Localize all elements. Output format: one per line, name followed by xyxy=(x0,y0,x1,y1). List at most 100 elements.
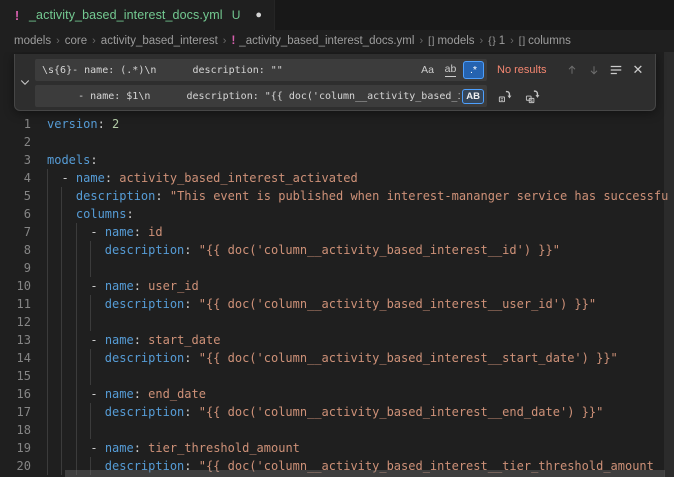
indent-guide xyxy=(90,421,91,439)
code-text xyxy=(31,367,47,385)
code-line[interactable]: 13 - name: start_date xyxy=(0,331,674,349)
code-text: - name: end_date xyxy=(31,385,206,403)
code-text: description: "{{ doc('column__activity_b… xyxy=(31,349,618,367)
code-line[interactable]: 2 xyxy=(0,133,674,151)
symbol-object-icon: { } xyxy=(488,36,494,47)
indent-guide xyxy=(61,367,62,385)
code-line[interactable]: 14 description: "{{ doc('column__activit… xyxy=(0,349,674,367)
breadcrumb-item[interactable]: [ ] columns xyxy=(519,35,571,47)
breadcrumb-item[interactable]: { }1 xyxy=(488,35,505,47)
line-number[interactable]: 3 xyxy=(0,151,31,169)
line-number[interactable]: 9 xyxy=(0,259,31,277)
symbol-array-icon: [ ] xyxy=(428,36,433,47)
indent-guide xyxy=(76,313,77,331)
vscode-window: ! _activity_based_interest_docs.yml U ● … xyxy=(0,0,674,477)
indent-guide xyxy=(47,367,48,385)
breadcrumb-separator: › xyxy=(480,35,484,47)
code-line[interactable]: 15 xyxy=(0,367,674,385)
breadcrumb-item[interactable]: !_activity_based_interest_docs.yml xyxy=(231,35,414,47)
code-line[interactable]: 12 xyxy=(0,313,674,331)
next-match-icon[interactable] xyxy=(583,60,605,80)
match-case-icon[interactable]: Aa xyxy=(417,61,438,79)
line-number[interactable]: 2 xyxy=(0,133,31,151)
code-line[interactable]: 1version: 2 xyxy=(0,115,674,133)
line-number[interactable]: 7 xyxy=(0,223,31,241)
find-replace-widget: \s{6}- name: (.*)\n description: "" Aa a… xyxy=(14,54,656,111)
code-text: description: "{{ doc('column__activity_b… xyxy=(31,403,603,421)
tab-dirty-indicator[interactable]: ● xyxy=(255,9,262,21)
tab-bar: ! _activity_based_interest_docs.yml U ● xyxy=(0,0,674,30)
line-number[interactable]: 8 xyxy=(0,241,31,259)
line-number[interactable]: 11 xyxy=(0,295,31,313)
line-number[interactable]: 16 xyxy=(0,385,31,403)
breadcrumb-label: columns xyxy=(528,35,571,47)
line-number[interactable]: 12 xyxy=(0,313,31,331)
line-number[interactable]: 6 xyxy=(0,205,31,223)
vertical-scrollbar[interactable] xyxy=(664,52,674,477)
regex-icon[interactable]: .* xyxy=(463,61,484,79)
line-number[interactable]: 10 xyxy=(0,277,31,295)
line-number[interactable]: 18 xyxy=(0,421,31,439)
breadcrumb-label: models xyxy=(437,35,474,47)
line-number[interactable]: 14 xyxy=(0,349,31,367)
line-number[interactable]: 20 xyxy=(0,457,31,475)
indent-guide xyxy=(76,259,77,277)
code-line[interactable]: 5 description: "This event is published … xyxy=(0,187,674,205)
code-area[interactable]: 1version: 223models:4 - name: activity_b… xyxy=(0,115,674,475)
symbol-array-icon: [ ] xyxy=(519,36,524,47)
code-line[interactable]: 10 - name: user_id xyxy=(0,277,674,295)
find-input[interactable]: \s{6}- name: (.*)\n description: "" Aa a… xyxy=(35,59,487,81)
code-line[interactable]: 16 - name: end_date xyxy=(0,385,674,403)
line-number[interactable]: 19 xyxy=(0,439,31,457)
code-text: - name: start_date xyxy=(31,331,220,349)
indent-guide xyxy=(47,421,48,439)
code-line[interactable]: 19 - name: tier_threshold_amount xyxy=(0,439,674,457)
previous-match-icon[interactable] xyxy=(561,60,583,80)
breadcrumb-item[interactable]: models xyxy=(14,35,51,47)
line-number[interactable]: 13 xyxy=(0,331,31,349)
indent-guide xyxy=(61,313,62,331)
line-number[interactable]: 5 xyxy=(0,187,31,205)
toggle-replace-button[interactable] xyxy=(15,54,34,110)
code-line[interactable]: 18 xyxy=(0,421,674,439)
code-line[interactable]: 11 description: "{{ doc('column__activit… xyxy=(0,295,674,313)
code-line[interactable]: 7 - name: id xyxy=(0,223,674,241)
yaml-file-icon: ! xyxy=(12,8,22,23)
tab-active-yml-file[interactable]: ! _activity_based_interest_docs.yml U ● xyxy=(0,0,275,30)
replace-all-icon[interactable] xyxy=(521,86,543,106)
find-in-selection-icon[interactable] xyxy=(605,60,627,80)
replace-one-icon[interactable] xyxy=(493,86,515,106)
indent-guide xyxy=(76,421,77,439)
horizontal-scrollbar[interactable] xyxy=(65,470,665,477)
code-line[interactable]: 3models: xyxy=(0,151,674,169)
breadcrumb-label: core xyxy=(65,35,87,47)
yaml-alert-icon: ! xyxy=(231,35,235,47)
line-number[interactable]: 15 xyxy=(0,367,31,385)
breadcrumb-item[interactable]: core xyxy=(65,35,87,47)
whole-word-icon[interactable]: ab xyxy=(440,61,461,79)
code-text: columns: xyxy=(31,205,134,223)
preserve-case-icon[interactable]: AB xyxy=(462,89,484,104)
breadcrumb-label: activity_based_interest xyxy=(101,35,218,47)
breadcrumb-label: models xyxy=(14,35,51,47)
code-text: models: xyxy=(31,151,98,169)
breadcrumb-item[interactable]: [ ] models xyxy=(428,35,474,47)
breadcrumb-item[interactable]: activity_based_interest xyxy=(101,35,218,47)
code-line[interactable]: 6 columns: xyxy=(0,205,674,223)
code-line[interactable]: 17 description: "{{ doc('column__activit… xyxy=(0,403,674,421)
line-number[interactable]: 17 xyxy=(0,403,31,421)
code-line[interactable]: 8 description: "{{ doc('column__activity… xyxy=(0,241,674,259)
indent-guide xyxy=(90,259,91,277)
close-icon[interactable]: ✕ xyxy=(627,60,649,80)
find-query-text: \s{6}- name: (.*)\n description: "" xyxy=(42,65,415,76)
code-text: - name: id xyxy=(31,223,163,241)
indent-guide xyxy=(47,259,48,277)
replace-input[interactable]: - name: $1\n description: "{{ doc('colum… xyxy=(35,85,487,107)
line-number[interactable]: 4 xyxy=(0,169,31,187)
code-text: description: "{{ doc('column__activity_b… xyxy=(31,241,560,259)
line-number[interactable]: 1 xyxy=(0,115,31,133)
find-status: No results xyxy=(497,64,547,76)
code-line[interactable]: 9 xyxy=(0,259,674,277)
code-line[interactable]: 4 - name: activity_based_interest_activa… xyxy=(0,169,674,187)
editor-pane[interactable]: \s{6}- name: (.*)\n description: "" Aa a… xyxy=(0,52,674,477)
